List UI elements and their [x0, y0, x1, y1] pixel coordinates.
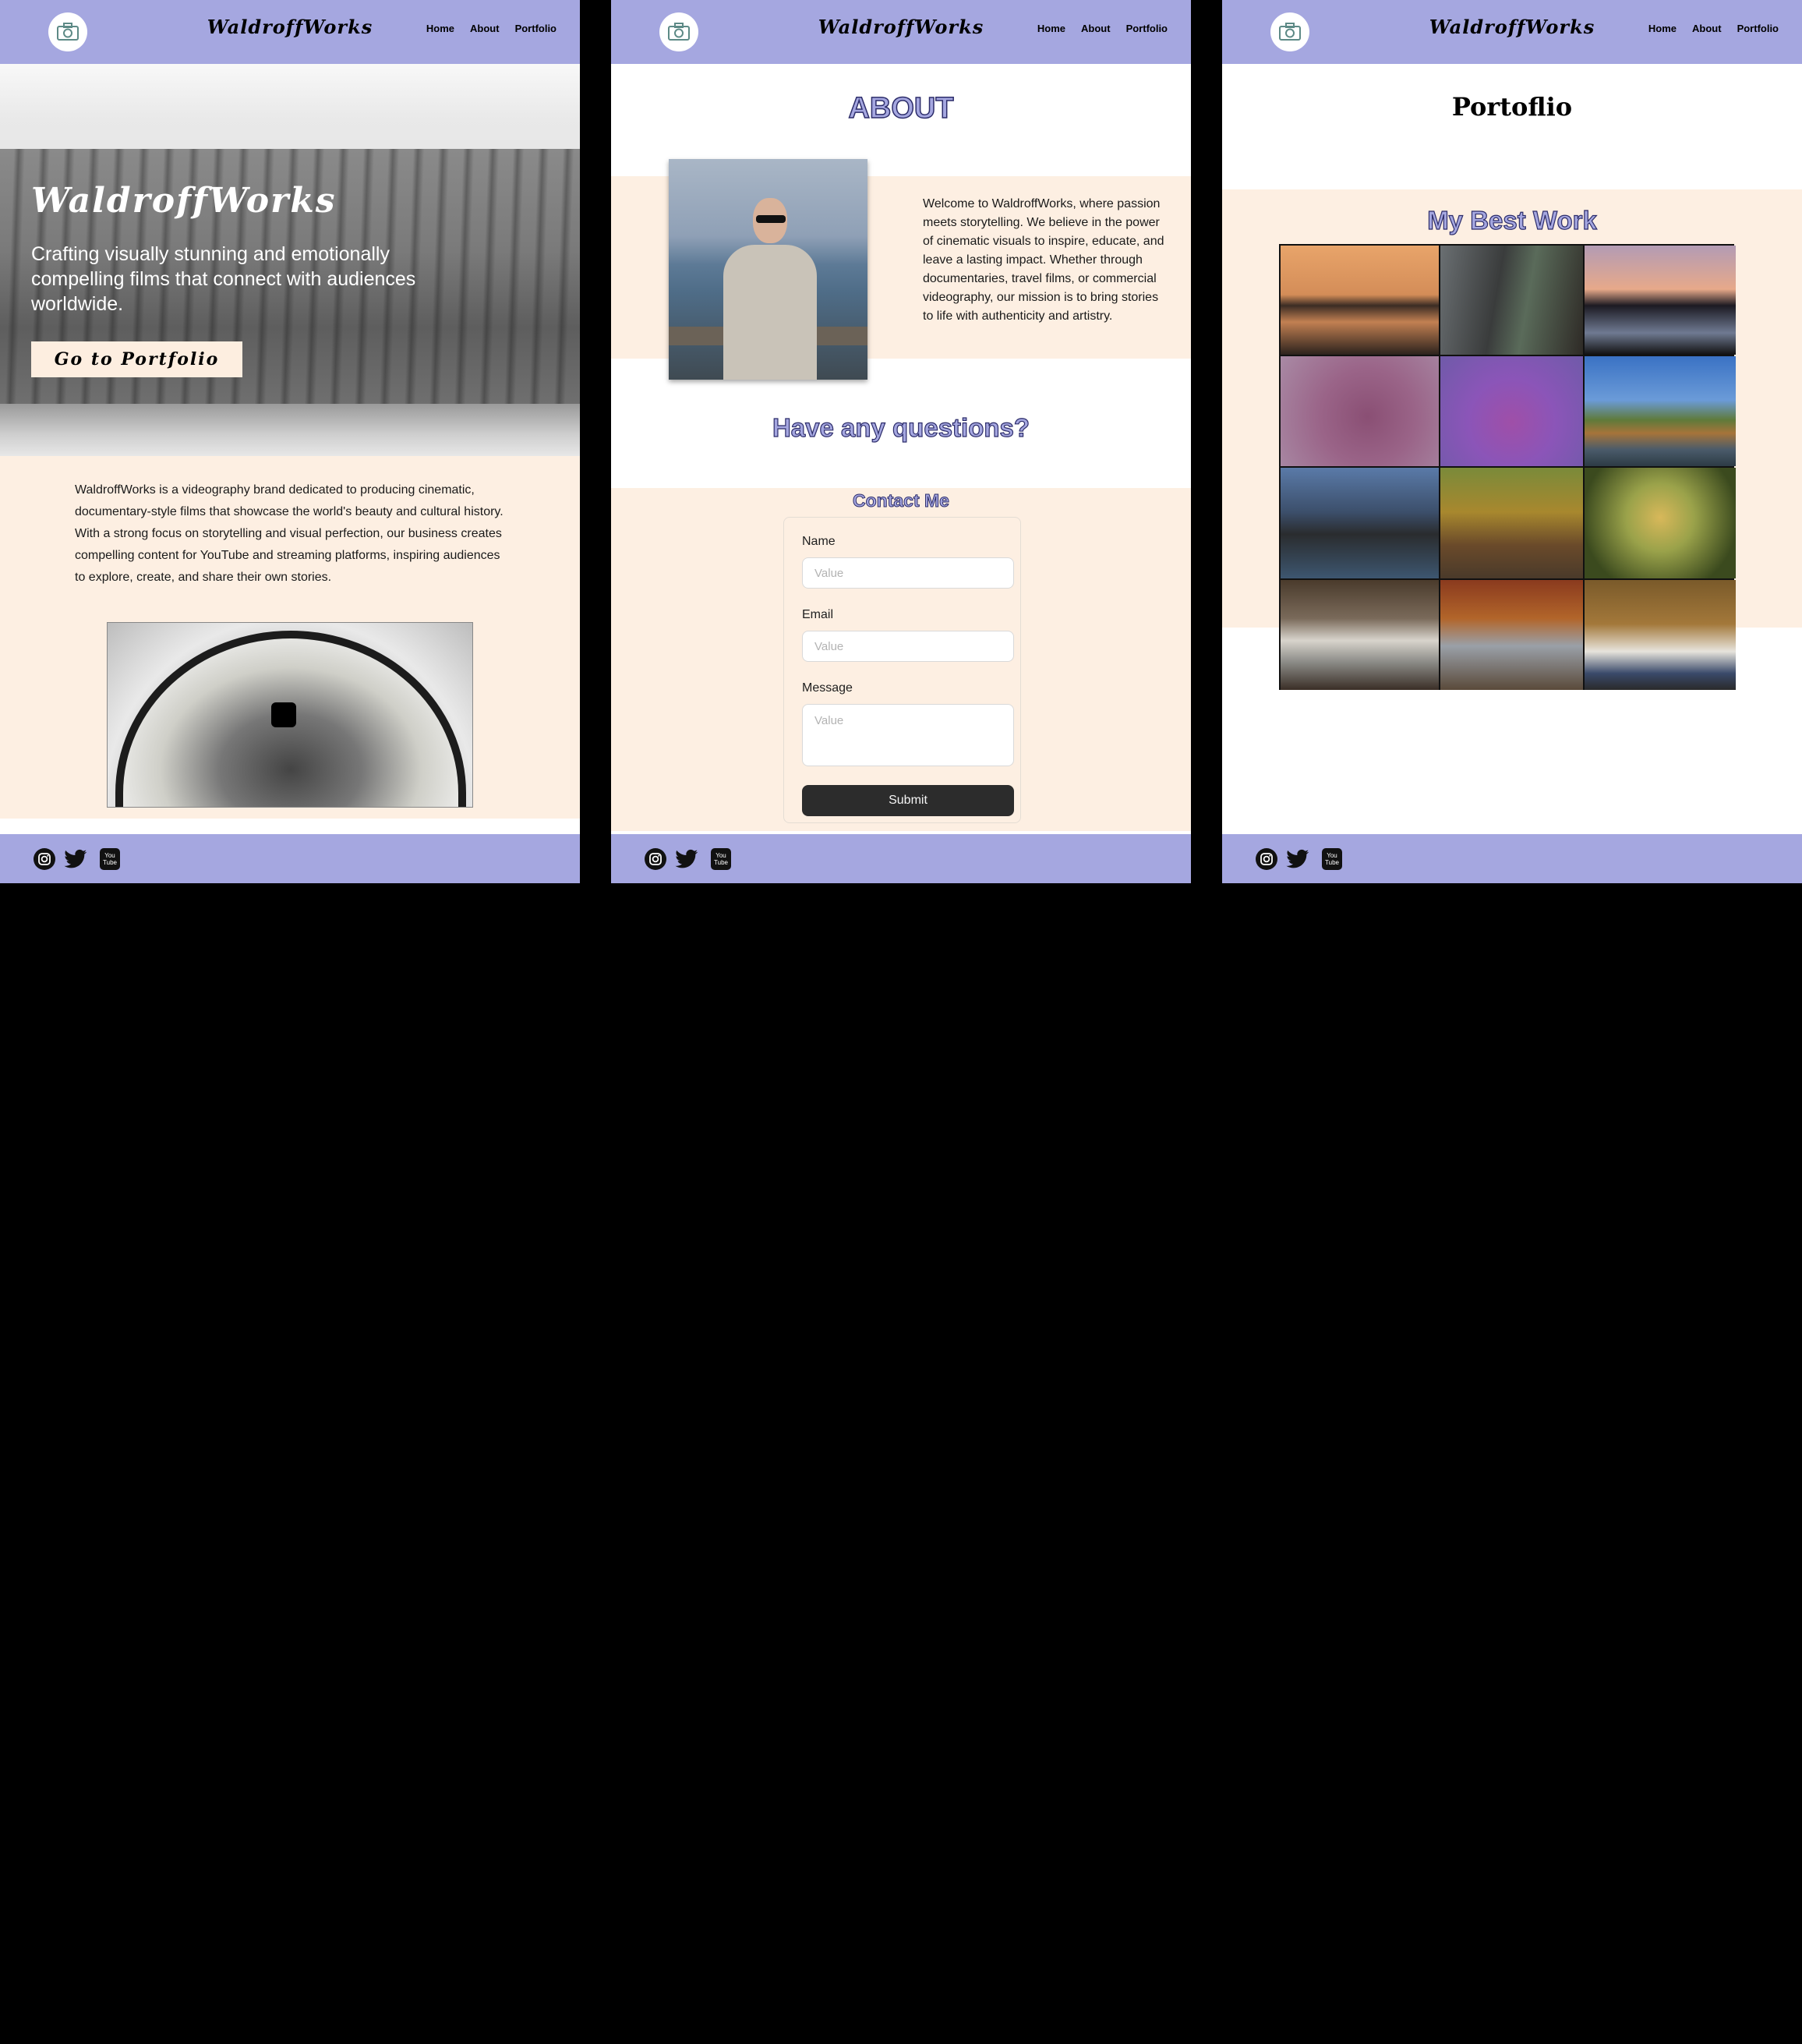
photo-hallway-people[interactable] — [1440, 246, 1583, 355]
hero-subtitle: Crafting visually stunning and emotional… — [31, 243, 416, 315]
nav-about[interactable]: About — [1081, 23, 1111, 34]
photo-maple-leaves[interactable] — [1585, 468, 1736, 578]
hero-title: WaldroffWorks — [31, 181, 337, 221]
message-label: Message — [802, 681, 853, 695]
photo-plane-pink-sky[interactable] — [1281, 356, 1439, 466]
photo-autumn-forest-lake[interactable] — [1585, 356, 1736, 466]
photo-person-autumn-woods[interactable] — [1440, 580, 1583, 690]
svg-text:Tube: Tube — [1325, 859, 1339, 866]
name-label: Name — [802, 535, 836, 548]
photo-man-on-bench[interactable] — [1585, 580, 1736, 690]
site-header: WaldroffWorks Home About Portfolio — [611, 0, 1191, 64]
photo-forest-lake-dusk[interactable] — [1585, 246, 1736, 355]
about-page: WaldroffWorks Home About Portfolio ABOUT… — [611, 0, 1191, 883]
twitter-link[interactable] — [64, 847, 87, 871]
instagram-icon — [1256, 848, 1277, 870]
message-field[interactable]: Value — [802, 704, 1014, 766]
about-text: Welcome to WaldroffWorks, where passion … — [923, 197, 1164, 323]
submit-button[interactable]: Submit — [802, 785, 1014, 816]
showreel-video[interactable] — [107, 622, 473, 808]
about-title: ABOUT — [848, 91, 955, 126]
email-field[interactable]: Value — [802, 631, 1014, 662]
nav-portfolio[interactable]: Portfolio — [1737, 23, 1779, 34]
name-field[interactable]: Value — [802, 557, 1014, 589]
portrait-photo — [669, 159, 867, 380]
contact-title: Contact Me — [853, 490, 950, 511]
twitter-icon — [1286, 849, 1309, 868]
site-header: WaldroffWorks Home About Portfolio — [1222, 0, 1802, 64]
main-nav: Home About Portfolio — [1037, 23, 1168, 34]
portfolio-page: WaldroffWorks Home About Portfolio Porto… — [1222, 0, 1802, 883]
nav-about[interactable]: About — [1692, 23, 1722, 34]
photo-plane-purple-sky[interactable] — [1440, 356, 1583, 466]
instagram-link[interactable] — [644, 847, 667, 871]
nav-portfolio[interactable]: Portfolio — [1126, 23, 1168, 34]
svg-text:Tube: Tube — [103, 859, 117, 866]
main-nav: Home About Portfolio — [426, 23, 556, 34]
instagram-icon — [645, 848, 666, 870]
youtube-icon: You Tube — [711, 848, 731, 870]
nav-home[interactable]: Home — [426, 23, 454, 34]
youtube-link[interactable]: You Tube — [1320, 847, 1344, 871]
best-work-heading: My Best Work — [1427, 205, 1598, 235]
site-header: WaldroffWorks Home About Portfolio — [0, 0, 580, 64]
svg-text:You: You — [716, 852, 726, 859]
youtube-link[interactable]: You Tube — [98, 847, 122, 871]
svg-text:Tube: Tube — [714, 859, 728, 866]
brand-description: WaldroffWorks is a videography brand ded… — [75, 483, 504, 584]
nav-home[interactable]: Home — [1037, 23, 1065, 34]
hero-background-lower — [0, 404, 580, 456]
photo-waterfall[interactable] — [1281, 580, 1439, 690]
person-hoodie — [723, 245, 817, 380]
youtube-link[interactable]: You Tube — [709, 847, 733, 871]
photo-boathouse-lake[interactable] — [1281, 468, 1439, 578]
site-footer: You Tube — [611, 834, 1191, 883]
contact-form: Name Value Email Value Message Value Sub… — [783, 517, 1021, 823]
twitter-icon — [64, 849, 87, 868]
portfolio-title: Portoflio — [1451, 92, 1573, 122]
twitter-link[interactable] — [675, 847, 698, 871]
home-page: WaldroffWorks Home About Portfolio Waldr… — [0, 0, 580, 883]
intro-section: WaldroffWorks is a videography brand ded… — [0, 456, 580, 819]
questions-heading: Have any questions? — [772, 412, 1030, 442]
instagram-link[interactable] — [33, 847, 56, 871]
photo-couple-autumn[interactable] — [1440, 468, 1583, 578]
instagram-link[interactable] — [1255, 847, 1278, 871]
nav-about[interactable]: About — [470, 23, 500, 34]
twitter-link[interactable] — [1286, 847, 1309, 871]
youtube-icon: You Tube — [1322, 848, 1342, 870]
instagram-icon — [34, 848, 55, 870]
email-label: Email — [802, 608, 834, 621]
site-footer: You Tube — [1222, 834, 1802, 883]
stop-icon[interactable] — [271, 702, 296, 727]
go-to-portfolio-button[interactable]: Go to Portfolio — [31, 341, 242, 377]
hero-section: WaldroffWorks Crafting visually stunning… — [0, 64, 580, 456]
svg-text:You: You — [1327, 852, 1337, 859]
photo-grid — [1279, 244, 1736, 690]
sunglasses — [756, 215, 786, 223]
svg-text:You: You — [104, 852, 115, 859]
photo-sunset-lake-geese[interactable] — [1281, 246, 1439, 355]
youtube-icon: You Tube — [100, 848, 120, 870]
twitter-icon — [675, 849, 698, 868]
main-nav: Home About Portfolio — [1648, 23, 1779, 34]
site-footer: You Tube — [0, 834, 580, 883]
nav-home[interactable]: Home — [1648, 23, 1677, 34]
nav-portfolio[interactable]: Portfolio — [515, 23, 556, 34]
